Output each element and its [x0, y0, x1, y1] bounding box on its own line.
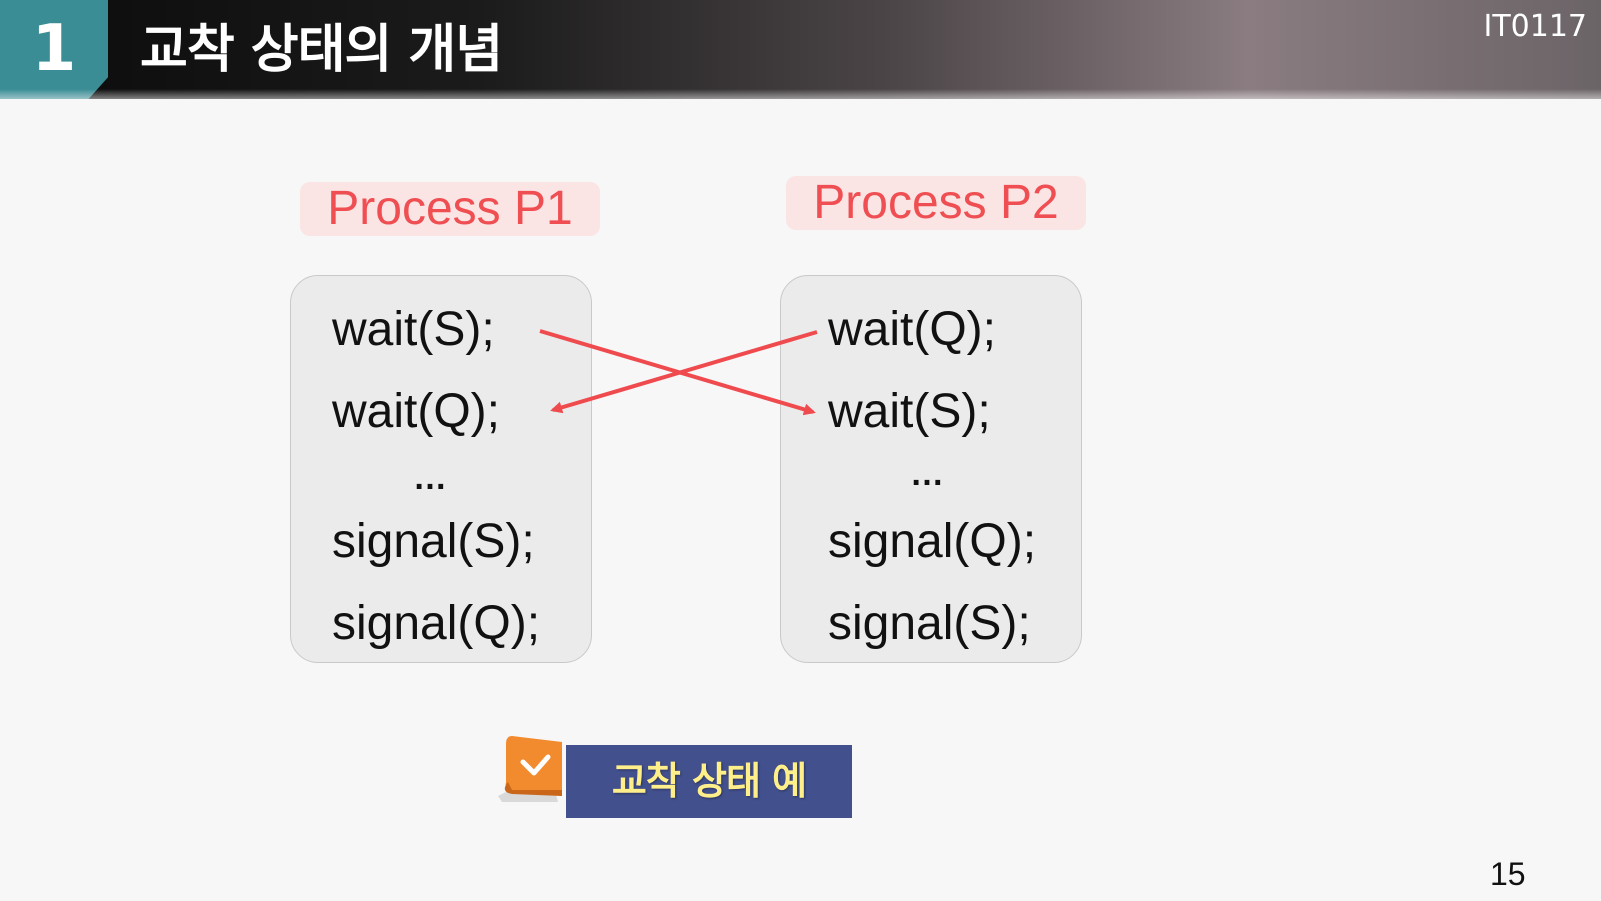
page-number: 15 [1490, 856, 1526, 892]
arrow-p2-to-p1 [550, 330, 818, 414]
check-ribbon-icon [498, 736, 562, 802]
caption-text: 교착 상태 예 [611, 759, 807, 803]
caption-box: 교착 상태 예 [566, 745, 852, 818]
